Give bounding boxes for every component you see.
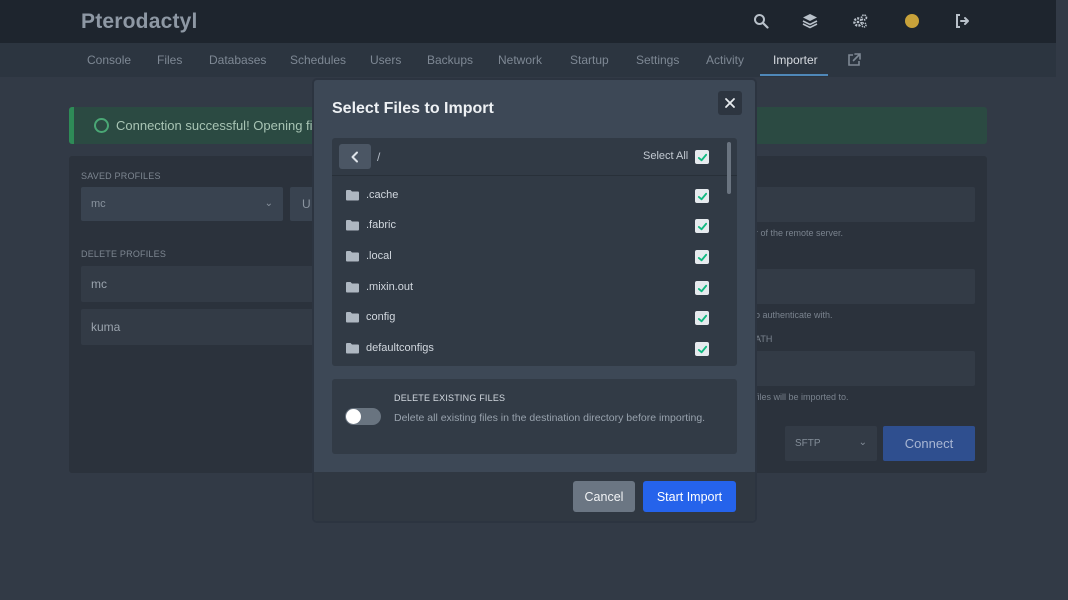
tab-schedules[interactable]: Schedules [290,53,346,67]
folder-icon [346,282,359,293]
profile-item-mc[interactable]: mc [81,266,321,302]
tab-network[interactable]: Network [498,53,542,67]
protocol-select[interactable]: SFTP ⌄ [785,426,877,461]
modal-footer: Cancel Start Import [314,472,755,521]
file-row[interactable]: defaultconfigs [332,334,727,364]
layers-icon[interactable] [801,12,819,30]
check-icon [697,314,707,322]
connect-button[interactable]: Connect [883,426,975,461]
alert-message: Connection successful! Opening file [116,118,323,133]
check-icon [697,253,707,261]
tab-importer[interactable]: Importer [773,53,818,67]
file-checkbox[interactable] [695,219,709,233]
select-files-modal: Select Files to Import / Select All .cac… [314,80,755,521]
file-row[interactable]: .fabric [332,211,727,241]
sign-out-icon[interactable] [953,12,971,30]
check-icon [697,192,707,200]
file-row[interactable]: config [332,303,727,333]
file-name: .fabric [366,219,396,231]
cogs-icon[interactable] [851,12,869,30]
tab-settings[interactable]: Settings [636,53,679,67]
check-icon [697,284,707,292]
tab-users[interactable]: Users [370,53,401,67]
host-help: r of the remote server. [755,228,844,238]
file-checkbox[interactable] [695,250,709,264]
search-icon[interactable] [752,12,770,30]
chevron-down-icon: ⌄ [858,437,867,448]
host-input[interactable] [755,187,975,222]
folder-icon [346,251,359,262]
delete-profiles-label: DELETE PROFILES [81,249,167,259]
active-tab-indicator [760,74,828,76]
folder-icon [346,343,359,354]
file-name: defaultconfigs [366,342,434,354]
profile-name: mc [91,277,107,291]
path-help: files will be imported to. [755,392,849,402]
chevron-down-icon: ⌄ [264,198,273,209]
chevron-left-icon [351,151,358,162]
scrollbar-thumb[interactable] [727,142,731,194]
path-label: ATH [755,334,773,344]
server-nav: Console Files Databases Schedules Users … [0,43,1056,77]
file-row[interactable]: .cache [332,181,727,211]
avatar[interactable] [905,14,919,28]
tab-startup[interactable]: Startup [570,53,609,67]
check-icon [697,153,707,161]
modal-title: Select Files to Import [332,100,494,117]
file-browser-header: / Select All [332,138,737,176]
select-all-checkbox[interactable] [695,150,709,164]
close-icon [725,98,735,108]
check-circle-icon [94,118,109,133]
path-input[interactable] [755,351,975,386]
file-browser: / Select All .cache .fabric .local .mixi… [332,138,737,366]
folder-icon [346,220,359,231]
tab-console[interactable]: Console [87,53,131,67]
protocol-value: SFTP [795,438,821,449]
folder-icon [346,190,359,201]
password-input[interactable] [755,269,975,304]
file-name: .cache [366,189,399,201]
check-icon [697,345,707,353]
file-checkbox[interactable] [695,311,709,325]
close-button[interactable] [718,91,742,115]
folder-icon [346,312,359,323]
file-row[interactable]: .mixin.out [332,273,727,303]
profile-item-kuma[interactable]: kuma [81,309,321,345]
start-import-button[interactable]: Start Import [643,481,736,512]
cancel-button[interactable]: Cancel [573,481,635,512]
toggle-knob [346,409,361,424]
password-help: o authenticate with. [755,310,833,320]
tab-databases[interactable]: Databases [209,53,266,67]
file-name: config [366,311,396,323]
delete-existing-title: DELETE EXISTING FILES [394,393,506,403]
external-link-icon[interactable] [845,51,863,69]
tab-activity[interactable]: Activity [706,53,744,67]
current-path: / [377,150,381,164]
delete-existing-option: DELETE EXISTING FILES Delete all existin… [332,379,737,454]
check-icon [697,222,707,230]
delete-existing-description: Delete all existing files in the destina… [394,412,706,424]
saved-profile-value: mc [91,198,106,210]
brand-logo[interactable]: Pterodactyl [81,10,198,34]
file-name: .local [366,250,392,262]
select-all-label: Select All [643,150,689,162]
file-checkbox[interactable] [695,189,709,203]
back-button[interactable] [339,144,371,169]
file-checkbox[interactable] [695,342,709,356]
tab-files[interactable]: Files [157,53,182,67]
file-checkbox[interactable] [695,281,709,295]
profile-name: kuma [91,320,121,334]
delete-existing-toggle[interactable] [345,408,381,425]
file-row[interactable]: .local [332,242,727,272]
file-name: .mixin.out [366,281,414,293]
use-profile-label: U [302,197,311,211]
saved-profiles-label: SAVED PROFILES [81,171,161,181]
connect-label: Connect [904,436,954,451]
saved-profile-select[interactable]: mc ⌄ [81,187,283,221]
top-bar: Pterodactyl [0,0,1056,43]
tab-backups[interactable]: Backups [427,53,473,67]
